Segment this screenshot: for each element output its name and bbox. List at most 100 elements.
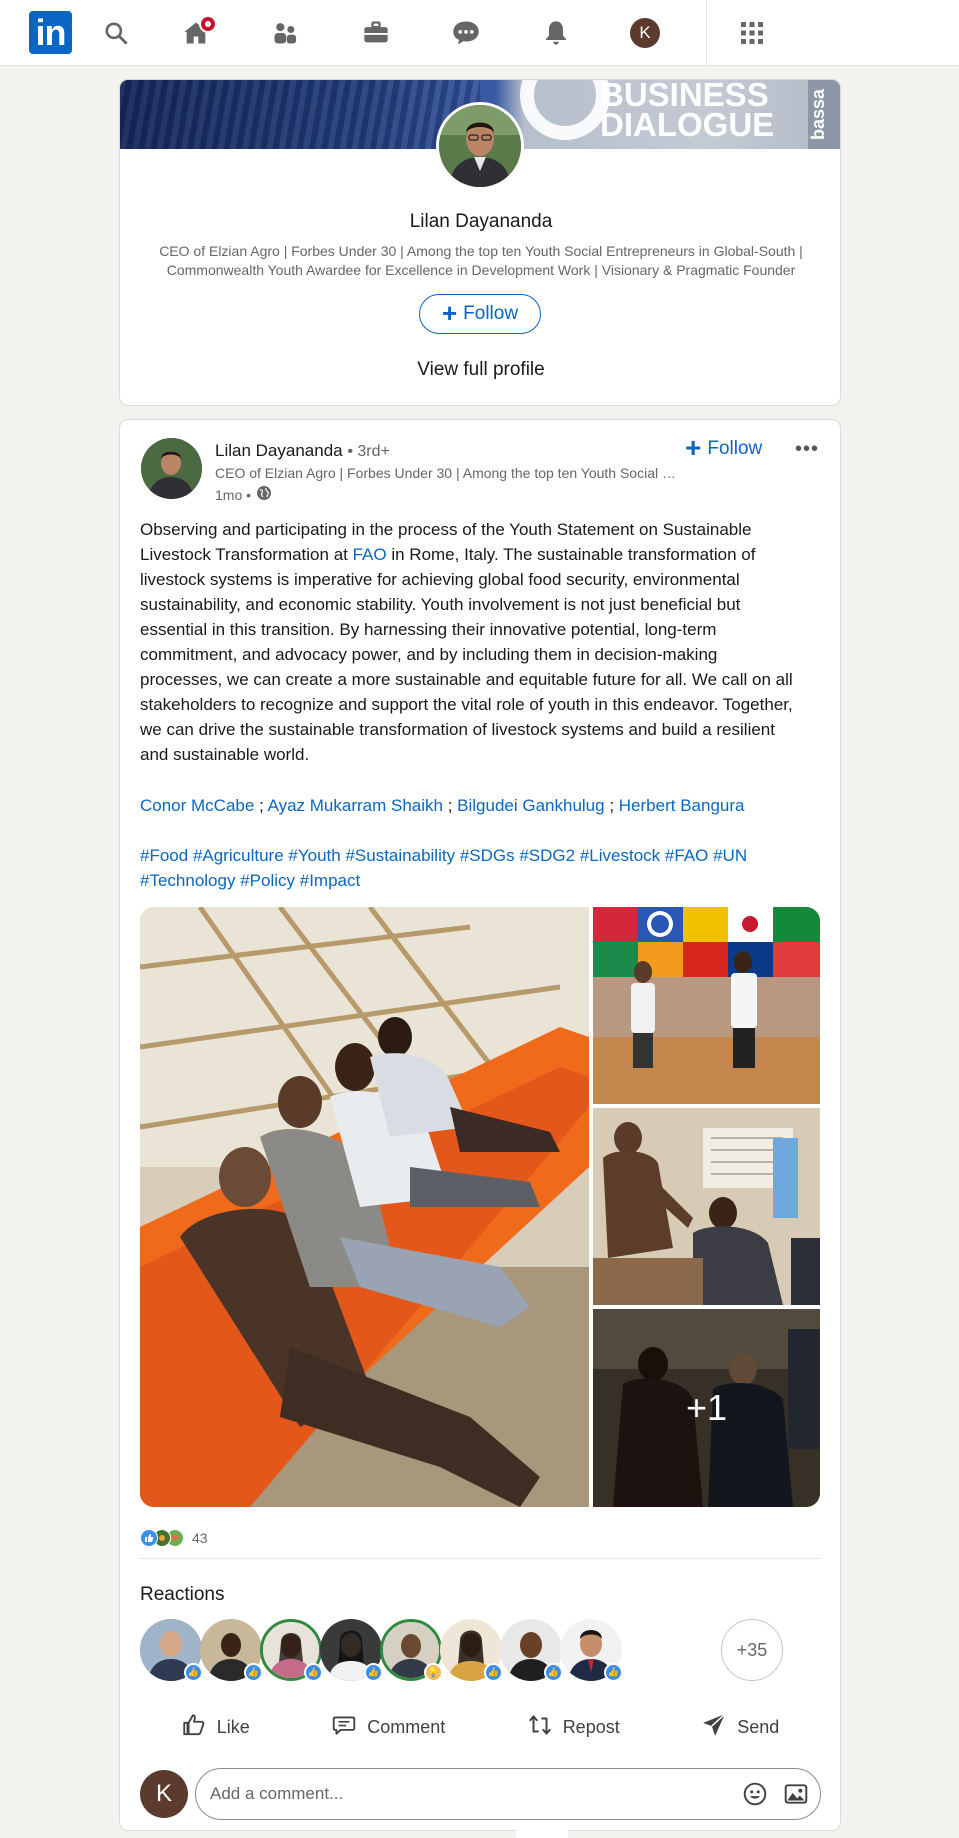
profile-photo[interactable] (436, 102, 524, 190)
linkedin-logo[interactable]: in (29, 11, 72, 54)
connection-degree: • 3rd+ (347, 443, 390, 460)
post-text-part2: in Rome, Italy. The sustainable transfor… (140, 545, 793, 764)
apps-grid-icon[interactable] (735, 16, 769, 50)
commenter-avatar: K (140, 1770, 188, 1818)
mention-link[interactable]: Bilgudei Gankhulug (457, 796, 604, 815)
top-nav: in K (0, 0, 959, 66)
like-badge-icon: 👍 (544, 1663, 563, 1682)
like-badge-icon: 👍 (604, 1663, 623, 1682)
hashtag-link[interactable]: #Technology (140, 871, 235, 890)
reactions-heading: Reactions (140, 1584, 225, 1605)
notification-dot (199, 15, 217, 33)
like-badge-icon: 👍 (244, 1663, 263, 1682)
profile-headline: CEO of Elzian Agro | Forbes Under 30 | A… (159, 243, 803, 278)
post-follow-button[interactable]: + Follow (685, 431, 762, 464)
post-author-name[interactable]: Lilan Dayananda • 3rd+ (215, 441, 390, 461)
image-icon[interactable] (782, 1780, 810, 1808)
follow-button-label: Follow (463, 303, 519, 324)
send-icon (701, 1712, 727, 1743)
search-icon[interactable] (99, 16, 133, 50)
repost-button[interactable]: Repost (517, 1702, 630, 1752)
like-badge-icon: 👍 (184, 1663, 203, 1682)
post-timestamp: 1mo • (215, 485, 272, 504)
post-image-4[interactable]: +1 (593, 1309, 820, 1507)
profile-card: BUSINESS DIALOGUE bassa Lilan Dayananda … (119, 79, 841, 406)
hashtag-link[interactable]: #SDGs (460, 846, 515, 865)
comment-composer: K (140, 1768, 821, 1820)
comment-button[interactable]: Comment (321, 1702, 455, 1752)
banner-text: BUSINESS DIALOGUE (600, 80, 774, 141)
notifications-icon[interactable] (539, 16, 573, 50)
my-network-icon[interactable] (268, 16, 302, 50)
repost-label: Repost (562, 1716, 620, 1737)
hashtag-link[interactable]: #SDG2 (519, 846, 575, 865)
mention-link[interactable]: Conor McCabe (140, 796, 254, 815)
view-full-profile-link[interactable]: View full profile (120, 359, 840, 381)
more-images-overlay[interactable]: +1 (593, 1309, 820, 1507)
mention-link[interactable]: Herbert Bangura (619, 796, 745, 815)
more-options-button[interactable]: ••• (792, 434, 822, 464)
send-label: Send (737, 1716, 780, 1737)
more-reactors-button[interactable]: +35 (721, 1619, 783, 1681)
jobs-icon[interactable] (359, 16, 393, 50)
like-label: Like (216, 1716, 250, 1737)
hashtag-link[interactable]: #Sustainability (345, 846, 455, 865)
reactor-avatar[interactable]: 👍 (320, 1619, 383, 1682)
reactor-avatar[interactable]: 👍 (200, 1619, 263, 1682)
hashtag-link[interactable]: #Food (140, 846, 188, 865)
divider (140, 1558, 821, 1559)
bottom-edge-tab (516, 1826, 568, 1838)
reactor-avatar[interactable]: 👍 (260, 1619, 323, 1682)
author-name-text: Lilan Dayananda (215, 441, 343, 460)
hashtag-link[interactable]: #Policy (240, 871, 295, 890)
profile-name[interactable]: Lilan Dayananda (120, 211, 840, 233)
mention-separator: ; (254, 796, 268, 815)
reaction-icons (140, 1529, 186, 1547)
banner-crowd-image (120, 80, 480, 149)
author-avatar[interactable] (141, 438, 202, 499)
repost-icon (527, 1712, 553, 1743)
reactor-avatar[interactable]: 👍 (560, 1619, 623, 1682)
post-action-bar: Like Comment Repost Send (140, 1702, 820, 1752)
globe-icon (256, 485, 272, 504)
reactor-avatar[interactable]: 👍 (440, 1619, 503, 1682)
send-button[interactable]: Send (691, 1702, 789, 1752)
post-image-main[interactable] (140, 907, 589, 1507)
comment-icon (331, 1712, 357, 1743)
reactor-avatar[interactable]: 👍 (500, 1619, 563, 1682)
like-badge-icon: 👍 (364, 1663, 383, 1682)
comment-input[interactable] (195, 1768, 821, 1820)
mention-separator: ; (442, 796, 458, 815)
reactor-avatars: 👍 👍 👍 👍 💡 👍 👍 👍 +35 (140, 1619, 830, 1682)
mention-link[interactable]: Ayaz Mukarram Shaikh (268, 796, 443, 815)
reaction-summary[interactable]: 43 (140, 1529, 208, 1547)
reactor-avatar[interactable]: 💡 (380, 1619, 443, 1682)
post-image-3[interactable] (593, 1108, 820, 1305)
plus-icon: + (685, 431, 702, 463)
post-image-gallery: +1 (140, 907, 820, 1507)
hashtag-link[interactable]: #Youth (288, 846, 340, 865)
like-reaction-icon (140, 1529, 158, 1547)
nav-divider (706, 0, 707, 66)
post-author-headline: CEO of Elzian Agro | Forbes Under 30 | A… (215, 465, 685, 481)
hashtag-link[interactable]: #UN (713, 846, 747, 865)
me-avatar[interactable]: K (630, 18, 660, 48)
banner-side-text: bassa (808, 80, 840, 149)
like-badge-icon: 👍 (304, 1663, 323, 1682)
mentions-line: Conor McCabe ; Ayaz Mukarram Shaikh ; Bi… (140, 793, 820, 818)
hashtag-link[interactable]: #Agriculture (193, 846, 284, 865)
hashtags-line: #Food #Agriculture #Youth #Sustainabilit… (140, 843, 820, 893)
reactor-avatar[interactable]: 👍 (140, 1619, 203, 1682)
fao-mention-link[interactable]: FAO (353, 545, 387, 564)
post-image-2[interactable] (593, 907, 820, 1104)
follow-button[interactable]: + Follow (419, 294, 541, 334)
hashtag-link[interactable]: #Livestock (580, 846, 660, 865)
hashtag-link[interactable]: #FAO (665, 846, 708, 865)
like-badge-icon: 👍 (484, 1663, 503, 1682)
plus-icon: + (441, 298, 458, 328)
like-button[interactable]: Like (171, 1702, 260, 1752)
hashtag-link[interactable]: #Impact (300, 871, 360, 890)
reaction-count: 43 (192, 1530, 208, 1546)
emoji-icon[interactable] (741, 1780, 769, 1808)
messaging-icon[interactable] (449, 16, 483, 50)
